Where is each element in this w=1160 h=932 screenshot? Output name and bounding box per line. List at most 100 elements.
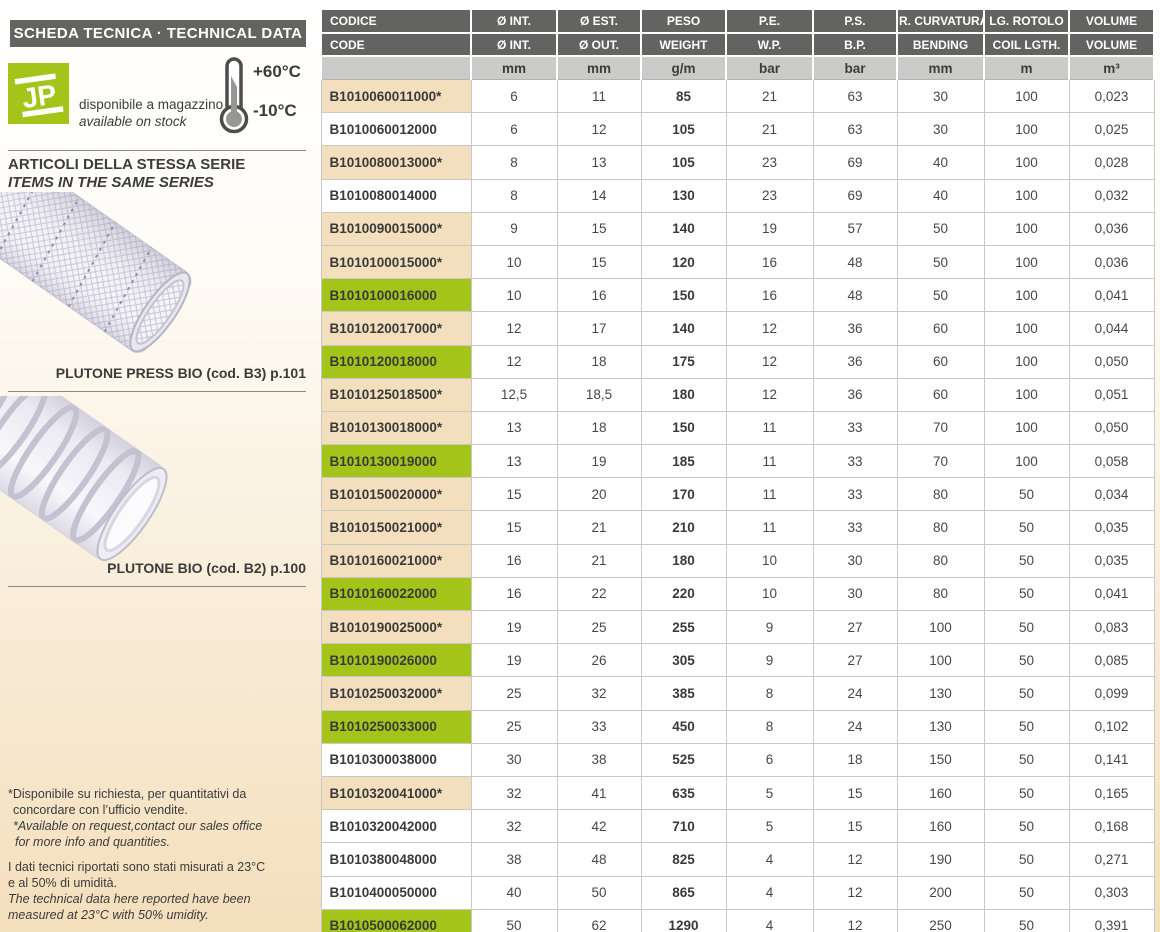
cell-bending-radius: 70	[896, 444, 985, 479]
cell-bending-radius: 100	[896, 643, 985, 678]
cell-diam-int: 25	[470, 676, 558, 711]
temperature-min: -10°C	[253, 101, 297, 120]
cell-coil-length: 50	[983, 609, 1070, 645]
cell-code: B1010190026000	[320, 643, 472, 678]
cell-coil-length: 100	[983, 112, 1070, 147]
cell-coil-length: 50	[983, 576, 1070, 612]
cell-coil-length: 100	[983, 444, 1070, 479]
col-unit: bar	[725, 56, 814, 80]
cell-weight: 305	[640, 643, 727, 678]
cell-weight: 130	[640, 178, 727, 213]
technical-data-table: CODICE Ø INT. Ø EST. PESO P.E. P.S. R. C…	[320, 8, 1155, 932]
cell-working-pressure: 5	[725, 775, 814, 811]
cell-volume: 0,050	[1068, 410, 1155, 446]
cell-bending-radius: 30	[896, 78, 985, 114]
cell-bending-radius: 50	[896, 211, 985, 246]
cell-working-pressure: 21	[725, 78, 814, 114]
header-row-units: mm mm g/m bar bar mm m m³	[320, 56, 1155, 80]
cell-diam-int: 19	[470, 643, 558, 678]
cell-burst-pressure: 63	[812, 112, 898, 147]
cell-burst-pressure: 63	[812, 78, 898, 114]
col-unit: g/m	[640, 56, 727, 80]
col-header: P.E.	[725, 8, 814, 34]
cell-volume: 0,035	[1068, 510, 1155, 545]
page-title: SCHEDA TECNICA · TECHNICAL DATA	[10, 20, 306, 47]
table-row: B1010150021000* 15 21 210 11 33 80 50 0,…	[320, 510, 1155, 545]
cell-weight: 85	[640, 78, 727, 114]
col-header: Ø INT.	[470, 8, 558, 34]
cell-volume: 0,035	[1068, 543, 1155, 578]
cell-burst-pressure: 18	[812, 742, 898, 777]
cell-volume: 0,036	[1068, 244, 1155, 280]
cell-code: B1010130019000	[320, 444, 472, 479]
cell-burst-pressure: 57	[812, 211, 898, 246]
cell-diam-int: 10	[470, 278, 558, 313]
table-row: B1010080014000 8 14 130 23 69 40 100 0,0…	[320, 178, 1155, 213]
cell-volume: 0,168	[1068, 809, 1155, 844]
cell-diam-int: 10	[470, 244, 558, 280]
cell-coil-length: 50	[983, 875, 1070, 910]
cell-coil-length: 50	[983, 709, 1070, 744]
cell-burst-pressure: 15	[812, 809, 898, 844]
col-header: Ø EST.	[556, 8, 642, 34]
cell-diam-int: 38	[470, 842, 558, 877]
cell-bending-radius: 80	[896, 477, 985, 512]
cell-code: B1010080013000*	[320, 145, 472, 180]
cell-code: B1010150021000*	[320, 510, 472, 545]
col-header: B.P.	[812, 32, 898, 57]
footnote-line: *Available on request,contact our sales …	[13, 819, 263, 833]
cell-diam-est: 48	[556, 842, 642, 877]
cell-volume: 0,102	[1068, 709, 1155, 744]
col-header: LG. ROTOLO	[983, 8, 1070, 34]
cell-weight: 450	[640, 709, 727, 744]
cell-burst-pressure: 69	[812, 178, 898, 213]
cell-volume: 0,044	[1068, 311, 1155, 346]
cell-volume: 0,041	[1068, 278, 1155, 313]
stock-availability-text: disponibile a magazzino available on sto…	[79, 96, 223, 130]
series-heading-it: ARTICOLI DELLA STESSA SERIE	[8, 156, 246, 173]
cell-volume: 0,085	[1068, 643, 1155, 678]
cell-volume: 0,303	[1068, 875, 1155, 910]
cell-burst-pressure: 30	[812, 543, 898, 578]
cell-code: B1010380048000	[320, 842, 472, 877]
cell-working-pressure: 11	[725, 410, 814, 446]
cell-working-pressure: 8	[725, 709, 814, 744]
cell-weight: 825	[640, 842, 727, 877]
cell-weight: 710	[640, 809, 727, 844]
cell-code: B1010150020000*	[320, 477, 472, 512]
cell-code: B1010060012000	[320, 112, 472, 147]
table-row: B1010190026000 19 26 305 9 27 100 50 0,0…	[320, 643, 1155, 678]
cell-code: B1010080014000	[320, 178, 472, 213]
cell-diam-est: 42	[556, 809, 642, 844]
cell-code: B1010125018500*	[320, 377, 472, 412]
cell-diam-est: 26	[556, 643, 642, 678]
cell-burst-pressure: 33	[812, 444, 898, 479]
cell-code: B1010120018000	[320, 344, 472, 379]
table-row: B1010160021000* 16 21 180 10 30 80 50 0,…	[320, 543, 1155, 578]
cell-working-pressure: 4	[725, 875, 814, 910]
cell-code: B1010130018000*	[320, 410, 472, 446]
cell-working-pressure: 23	[725, 145, 814, 180]
cell-working-pressure: 11	[725, 477, 814, 512]
cell-diam-int: 25	[470, 709, 558, 744]
table-row: B1010090015000* 9 15 140 19 57 50 100 0,…	[320, 211, 1155, 246]
cell-working-pressure: 23	[725, 178, 814, 213]
cell-burst-pressure: 48	[812, 244, 898, 280]
cell-diam-int: 12	[470, 311, 558, 346]
footnote-line: measured at 23°C with 50% umidity.	[8, 908, 209, 922]
cell-diam-int: 30	[470, 742, 558, 777]
cell-burst-pressure: 12	[812, 842, 898, 877]
cell-weight: 180	[640, 377, 727, 412]
cell-diam-est: 21	[556, 543, 642, 578]
cell-diam-int: 15	[470, 477, 558, 512]
hose-photo-plutone-bio	[0, 334, 200, 569]
cell-weight: 140	[640, 211, 727, 246]
cell-diam-est: 16	[556, 278, 642, 313]
table-row: B1010400050000 40 50 865 4 12 200 50 0,3…	[320, 875, 1155, 910]
col-header: VOLUME	[1068, 32, 1155, 57]
cell-weight: 1290	[640, 908, 727, 932]
stock-line-it: disponibile a magazzino	[79, 97, 224, 112]
cell-weight: 150	[640, 410, 727, 446]
stock-line-en: available on stock	[79, 114, 187, 129]
cell-diam-est: 14	[556, 178, 642, 213]
